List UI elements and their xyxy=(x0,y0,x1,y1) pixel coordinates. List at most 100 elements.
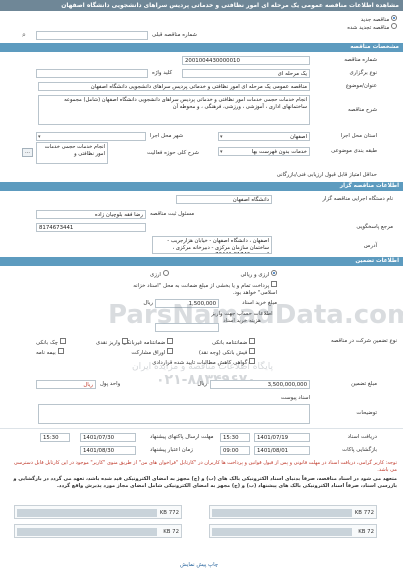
scope-field: انجام خدمات حجمی خدمات امور نظافتی و xyxy=(36,142,108,164)
province-value: اصفهان xyxy=(290,134,307,140)
opt-insurance-label: بیمه نامه xyxy=(36,350,56,356)
city-select[interactable]: ▾ xyxy=(36,132,146,141)
responsible-field: رضا فقه بلوچیان زاده xyxy=(36,210,146,219)
file-progress-fill xyxy=(212,509,352,517)
opt-cash-deposit-label: واریز نقدی xyxy=(96,340,121,346)
attached-docs-label: اسناد پیوست xyxy=(280,395,310,401)
org-field: دانشگاه اصفهان xyxy=(176,195,272,204)
currency-radio-both[interactable]: ارزی و ریالی xyxy=(240,270,277,278)
keyword-field xyxy=(36,69,148,78)
opt-bank-label: ضمانتنامه بانکی xyxy=(211,340,248,346)
opt-check[interactable]: چک بانکی xyxy=(36,338,66,346)
page-title: مشاهده اطلاعات مناقصه عمومی یک مرحله ای … xyxy=(0,0,403,11)
scope-more-button[interactable]: … xyxy=(22,148,33,157)
guarantee-type-label: نوع تضمین شرکت در مناقصه xyxy=(330,338,397,344)
notes-field xyxy=(38,404,310,424)
search-icon[interactable]: ⌕ xyxy=(22,31,26,40)
file-row[interactable]: 772 KB xyxy=(14,505,182,519)
file-size: 72 KB xyxy=(163,529,179,535)
currency-radio-rial[interactable]: ارزی xyxy=(150,270,169,278)
renewed-tender-radio[interactable]: مناقصه تجدید شده xyxy=(347,23,397,31)
file-progress xyxy=(17,528,157,536)
description-label: شرح مناقصه xyxy=(348,107,377,113)
chevron-down-icon: ▾ xyxy=(220,149,223,155)
guarantee-amount-unit: ریال xyxy=(197,381,207,387)
watermark-logo: ParsNamadData.com xyxy=(108,300,403,330)
subject-field: مناقصه عمومی یک مرحله ای امور نظافتی و خ… xyxy=(38,82,310,91)
currency-rial-label: ارزی xyxy=(150,272,161,278)
checkbox-icon xyxy=(57,348,64,354)
radio-icon xyxy=(391,15,397,21)
file-progress xyxy=(212,528,352,536)
checkbox-icon xyxy=(249,348,255,354)
deadline-time-field: 15:30 xyxy=(40,433,70,442)
currency-unit-label: واحد پول xyxy=(100,381,121,387)
file-row[interactable]: 772 KB xyxy=(209,505,377,519)
file-row[interactable]: 72 KB xyxy=(14,524,182,538)
min-score-label: حداقل امتیاز قابل قبول ارزیابی فنی/بازرگ… xyxy=(276,172,377,178)
currency-unit-field: ریال xyxy=(36,380,96,389)
treasury-checkbox[interactable]: پرداخت تمام و یا بخشی از مبلغ ضمانت به م… xyxy=(127,281,277,297)
subject-label: عنوان/موضوع xyxy=(345,83,377,89)
validity-label: زمان اعتبار پیشنهاد xyxy=(150,447,193,453)
tender-number-field: 2001004430000010 xyxy=(182,56,310,65)
tender-number-label: شماره مناقصه xyxy=(344,57,377,63)
checkbox-icon xyxy=(121,338,128,344)
prev-number-input[interactable] xyxy=(36,31,148,40)
radio-icon xyxy=(162,270,169,276)
province-select[interactable]: اصفهان ▾ xyxy=(218,132,310,141)
type-label: نوع برگزاری xyxy=(349,70,377,76)
type-field: یک مرحله ای xyxy=(182,69,310,78)
file-size: 772 KB xyxy=(354,510,374,516)
new-tender-radio[interactable]: مناقصه جدید xyxy=(361,15,397,23)
receive-date-field: 1401/07/19 xyxy=(254,433,310,442)
deadline-date-field: 1401/07/30 xyxy=(80,433,136,442)
spec-section-header: مشخصات مناقصه xyxy=(0,43,403,52)
opt-electronic[interactable]: ضمانتنامه غیربانکی xyxy=(123,338,173,346)
responsible-label: مسئول ثبت مناقصه xyxy=(150,211,195,217)
org-label: نام دستگاه اجرایی مناقصه گزار xyxy=(322,196,393,202)
category-label: طبقه بندی موضوعی xyxy=(331,148,377,154)
checkbox-icon xyxy=(167,348,173,354)
checkbox-icon xyxy=(167,338,173,344)
open-date-field: 1401/08/01 xyxy=(254,446,310,455)
opt-bond-label: اوراق مشارکت xyxy=(131,350,166,356)
opt-bond[interactable]: اوراق مشارکت xyxy=(131,348,173,356)
checkbox-icon xyxy=(249,338,255,344)
print-preview-link[interactable]: چاپ پیش نمایش xyxy=(180,562,218,568)
category-select[interactable]: خدمات بدون فهرست بها ▾ xyxy=(218,147,310,156)
opt-insurance[interactable]: بیمه نامه xyxy=(36,348,64,356)
description-field: انجام خدمات حجمی خدمات امور نظافتی و خدم… xyxy=(38,95,310,125)
opt-cash[interactable]: فیش بانکی (وجه نقد) xyxy=(199,348,255,356)
guarantee-section-header: اطلاعات تضمین xyxy=(0,257,403,266)
receive-time-field: 15:30 xyxy=(220,433,250,442)
open-time-field: 09:00 xyxy=(220,446,250,455)
receive-docs-label: دریافت اسناد xyxy=(347,434,377,440)
radio-icon xyxy=(391,23,397,29)
address-label: آدرس xyxy=(363,243,377,249)
category-value: خدمات بدون فهرست بها xyxy=(251,149,307,155)
watermark-subtitle: پایگاه اطلاعات مناقصه و مزایده ایران xyxy=(132,362,273,372)
chevron-down-icon: ▾ xyxy=(38,134,41,140)
file-progress xyxy=(212,509,352,517)
reference-label: مرجع پاسخگویی xyxy=(356,224,393,230)
renewed-tender-label: مناقصه تجدید شده xyxy=(347,25,390,31)
scope-label: شرح کلی حوزه فعالیت xyxy=(147,150,199,156)
opt-bank[interactable]: ضمانتنامه بانکی xyxy=(212,338,255,346)
deadline-label: مهلت ارسال پاکتهای پیشنهاد xyxy=(150,434,214,440)
file-progress xyxy=(17,509,157,517)
file-row[interactable]: 72 KB xyxy=(209,524,377,538)
file-size: 72 KB xyxy=(358,529,374,535)
guarantee-amount-field: 3,500,000,000 xyxy=(210,380,310,389)
divider xyxy=(0,428,403,429)
opt-cash-deposit[interactable]: واریز نقدی xyxy=(96,338,128,346)
opt-check-label: چک بانکی xyxy=(36,340,58,346)
address-field: اصفهان ، دانشگاه اصفهان - خیابان هزارجری… xyxy=(152,236,272,254)
note-1: توجه: کاربر گرامی، دریافت اسناد در مهلت … xyxy=(13,460,397,473)
city-label: شهر محل اجرا xyxy=(150,133,184,139)
organizer-section-header: اطلاعات مناقصه گزار xyxy=(0,182,403,191)
file-size: 772 KB xyxy=(159,510,179,516)
note-2: متعهد می شود در اسناد مناقصه، صرفاً بدنب… xyxy=(13,476,397,489)
prev-number-label: شماره مناقصه قبلی xyxy=(152,32,197,38)
checkbox-icon xyxy=(271,281,277,287)
